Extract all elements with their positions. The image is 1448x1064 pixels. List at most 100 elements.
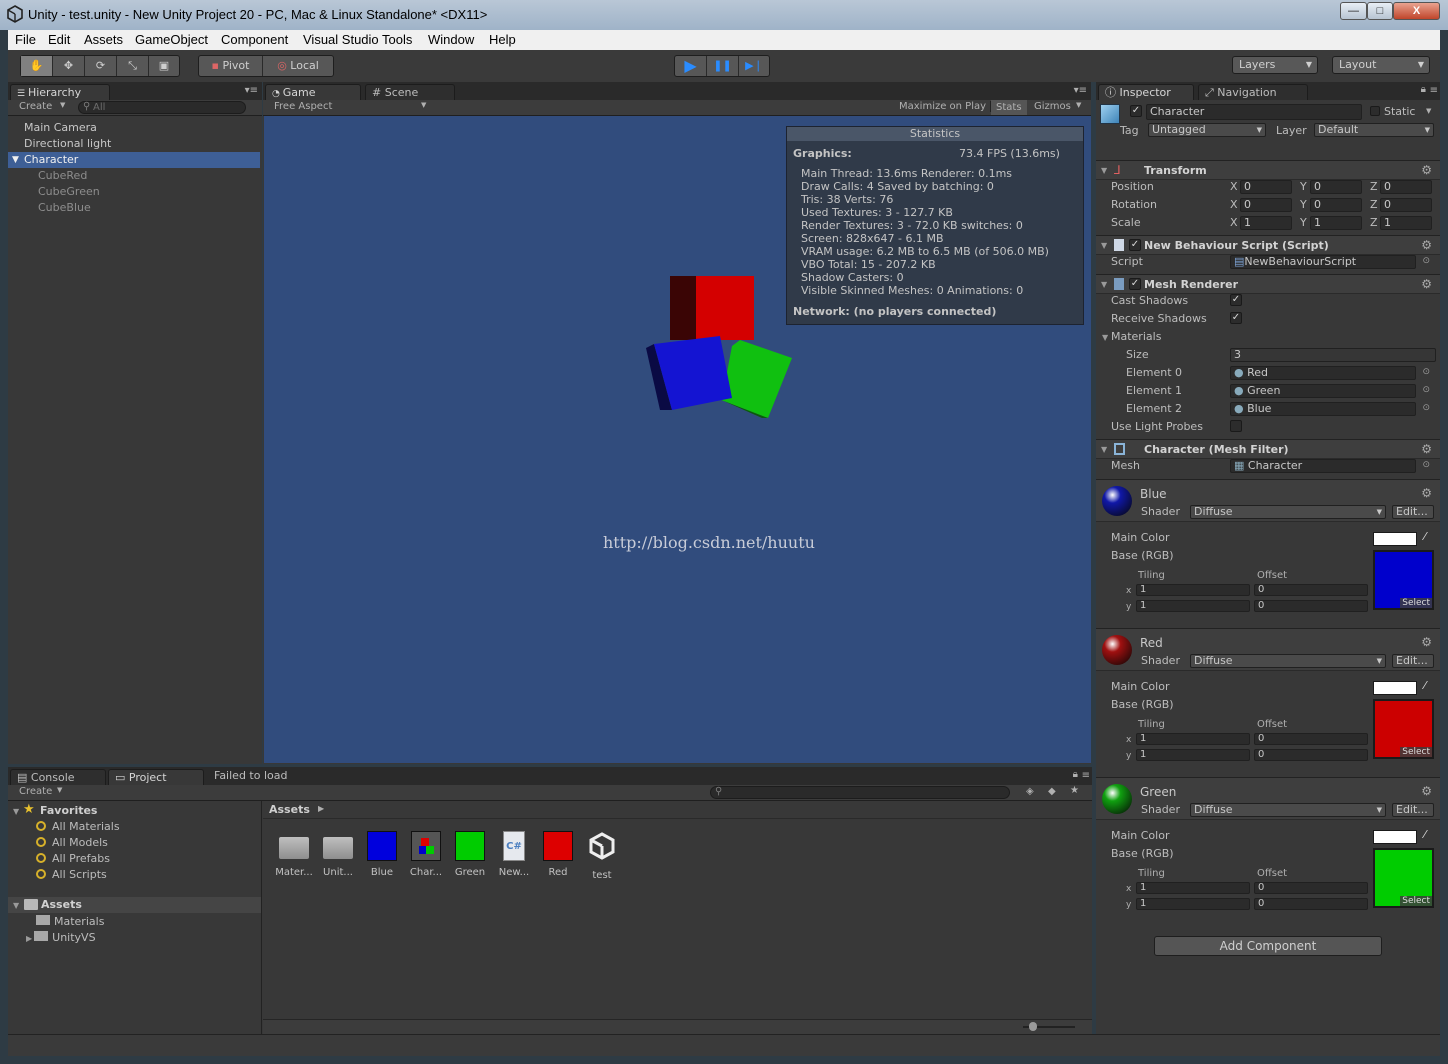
- tiling-y-field[interactable]: 1: [1136, 749, 1250, 761]
- element-0-field[interactable]: ● Red: [1230, 366, 1416, 380]
- base-texture-slot[interactable]: Select: [1373, 550, 1434, 610]
- offset-x-field[interactable]: 0: [1254, 882, 1368, 894]
- play-icon[interactable]: ▶: [675, 56, 707, 76]
- shader-dropdown[interactable]: Diffuse ▼: [1190, 654, 1386, 668]
- game-viewport[interactable]: http://blog.csdn.net/huutu Statistics Gr…: [264, 116, 1091, 763]
- asset-green-material[interactable]: Green: [449, 831, 491, 878]
- gear-icon[interactable]: ⚙: [1421, 442, 1432, 456]
- script-enabled-checkbox[interactable]: ✓: [1129, 239, 1141, 251]
- object-picker-icon[interactable]: ⊙: [1422, 403, 1430, 413]
- menu-visual-studio-tools[interactable]: Visual Studio Tools: [303, 32, 412, 47]
- material-header[interactable]: Green ⚙ Shader Diffuse ▼ Edit...: [1096, 778, 1440, 820]
- size-field[interactable]: 3: [1230, 348, 1436, 362]
- expand-triangle-icon[interactable]: ▼: [1102, 333, 1108, 342]
- step-icon[interactable]: ▶❘: [739, 56, 769, 76]
- add-component-button[interactable]: Add Component: [1154, 936, 1382, 956]
- lock-icon[interactable]: 🔒︎: [1421, 84, 1426, 95]
- asset-materials-folder[interactable]: Mater...: [273, 831, 315, 878]
- texture-select-button[interactable]: Select: [1400, 747, 1432, 757]
- filter-by-type-icon[interactable]: ◈: [1026, 786, 1034, 797]
- filter-by-label-icon[interactable]: ◆: [1048, 786, 1056, 797]
- tab-navigation[interactable]: ⤢ Navigation: [1198, 84, 1308, 100]
- texture-select-button[interactable]: Select: [1400, 896, 1432, 906]
- menu-edit[interactable]: Edit: [48, 32, 70, 47]
- object-picker-icon[interactable]: ⊙: [1422, 385, 1430, 395]
- rotation-x-field[interactable]: 0: [1240, 198, 1292, 212]
- minimize-button[interactable]: —: [1340, 2, 1367, 20]
- asset-unityvs-folder[interactable]: Unit...: [317, 831, 359, 878]
- layer-dropdown[interactable]: Default ▼: [1314, 123, 1434, 137]
- menu-component[interactable]: Component: [221, 32, 288, 47]
- gear-icon[interactable]: ⚙: [1421, 277, 1432, 291]
- eyedropper-icon[interactable]: ⁄: [1424, 828, 1426, 841]
- hierarchy-item-cubered[interactable]: CubeRed: [8, 168, 260, 184]
- active-checkbox[interactable]: ✓: [1130, 105, 1142, 117]
- menu-window[interactable]: Window: [428, 32, 474, 47]
- main-color-swatch[interactable]: [1373, 681, 1417, 695]
- create-dropdown[interactable]: Create: [19, 786, 52, 797]
- offset-x-field[interactable]: 0: [1254, 584, 1368, 596]
- rect-tool-icon[interactable]: ▣: [149, 56, 179, 76]
- panel-menu-icon[interactable]: ▾≡: [1074, 85, 1087, 96]
- scale-z-field[interactable]: 1: [1380, 216, 1432, 230]
- asset-character-prefab[interactable]: Char...: [405, 831, 447, 878]
- offset-y-field[interactable]: 0: [1254, 749, 1368, 761]
- hierarchy-item-directional-light[interactable]: Directional light: [8, 136, 260, 152]
- element-1-field[interactable]: ● Green: [1230, 384, 1416, 398]
- aspect-dropdown[interactable]: Free Aspect: [274, 101, 332, 112]
- transform-header[interactable]: ▼ ⅃ Transform ⚙: [1096, 160, 1440, 180]
- hierarchy-item-cubeblue[interactable]: CubeBlue: [8, 200, 260, 216]
- eyedropper-icon[interactable]: ⁄: [1424, 679, 1426, 692]
- tag-dropdown[interactable]: Untagged ▼: [1148, 123, 1266, 137]
- base-texture-slot[interactable]: Select: [1373, 699, 1434, 759]
- tab-game[interactable]: ◔ Game: [265, 84, 361, 100]
- menu-file[interactable]: File: [15, 32, 36, 47]
- material-header[interactable]: Blue ⚙ Shader Diffuse ▼ Edit...: [1096, 480, 1440, 522]
- maximize-button[interactable]: □: [1367, 2, 1393, 20]
- gizmos-dropdown[interactable]: Gizmos: [1034, 101, 1071, 112]
- close-button[interactable]: X: [1393, 2, 1440, 20]
- scale-y-field[interactable]: 1: [1310, 216, 1362, 230]
- favorite-all-scripts[interactable]: All Scripts: [36, 867, 107, 883]
- eyedropper-icon[interactable]: ⁄: [1424, 530, 1426, 543]
- hierarchy-item-main-camera[interactable]: Main Camera: [8, 120, 260, 136]
- hierarchy-item-character[interactable]: ▼ Character: [8, 152, 260, 168]
- shader-edit-button[interactable]: Edit...: [1392, 505, 1434, 519]
- asset-test-scene[interactable]: test: [581, 831, 623, 881]
- maximize-on-play-toggle[interactable]: Maximize on Play: [899, 101, 992, 112]
- gear-icon[interactable]: ⚙: [1421, 486, 1432, 500]
- zoom-slider-handle[interactable]: [1029, 1022, 1037, 1031]
- main-color-swatch[interactable]: [1373, 532, 1417, 546]
- gear-icon[interactable]: ⚙: [1421, 238, 1432, 252]
- rotation-y-field[interactable]: 0: [1310, 198, 1362, 212]
- asset-red-material[interactable]: Red: [537, 831, 579, 878]
- base-texture-slot[interactable]: Select: [1373, 848, 1434, 908]
- hierarchy-item-cubegreen[interactable]: CubeGreen: [8, 184, 260, 200]
- tab-console[interactable]: ▤ Console: [10, 769, 106, 785]
- cast-shadows-checkbox[interactable]: ✓: [1230, 294, 1242, 306]
- receive-shadows-checkbox[interactable]: ✓: [1230, 312, 1242, 324]
- gear-icon[interactable]: ⚙: [1421, 784, 1432, 798]
- element-2-field[interactable]: ● Blue: [1230, 402, 1416, 416]
- rotate-tool-icon[interactable]: ⟳: [85, 56, 117, 76]
- mesh-renderer-header[interactable]: ▼ ✓ Mesh Renderer ⚙: [1096, 274, 1440, 294]
- hierarchy-search-input[interactable]: ⚲ All: [78, 101, 246, 114]
- gear-icon[interactable]: ⚙: [1421, 635, 1432, 649]
- scale-tool-icon[interactable]: ⤡: [117, 56, 149, 76]
- layout-dropdown[interactable]: Layout ▼: [1332, 56, 1430, 74]
- stats-toggle[interactable]: Stats: [991, 100, 1027, 115]
- hand-tool-icon[interactable]: ✋: [21, 56, 53, 76]
- position-z-field[interactable]: 0: [1380, 180, 1432, 194]
- gear-icon[interactable]: ⚙: [1421, 163, 1432, 177]
- folder-unityvs[interactable]: ▶ UnityVS: [26, 931, 96, 947]
- layers-dropdown[interactable]: Layers ▼: [1232, 56, 1318, 74]
- scale-x-field[interactable]: 1: [1240, 216, 1292, 230]
- position-x-field[interactable]: 0: [1240, 180, 1292, 194]
- panel-menu-icon[interactable]: ≡: [1430, 85, 1438, 96]
- assets-root-item[interactable]: ▼ Assets: [8, 897, 261, 913]
- star-filter-icon[interactable]: ★: [1070, 785, 1079, 796]
- tiling-y-field[interactable]: 1: [1136, 600, 1250, 612]
- position-y-field[interactable]: 0: [1310, 180, 1362, 194]
- menu-assets[interactable]: Assets: [84, 32, 123, 47]
- expand-triangle-icon[interactable]: ▼: [12, 152, 19, 168]
